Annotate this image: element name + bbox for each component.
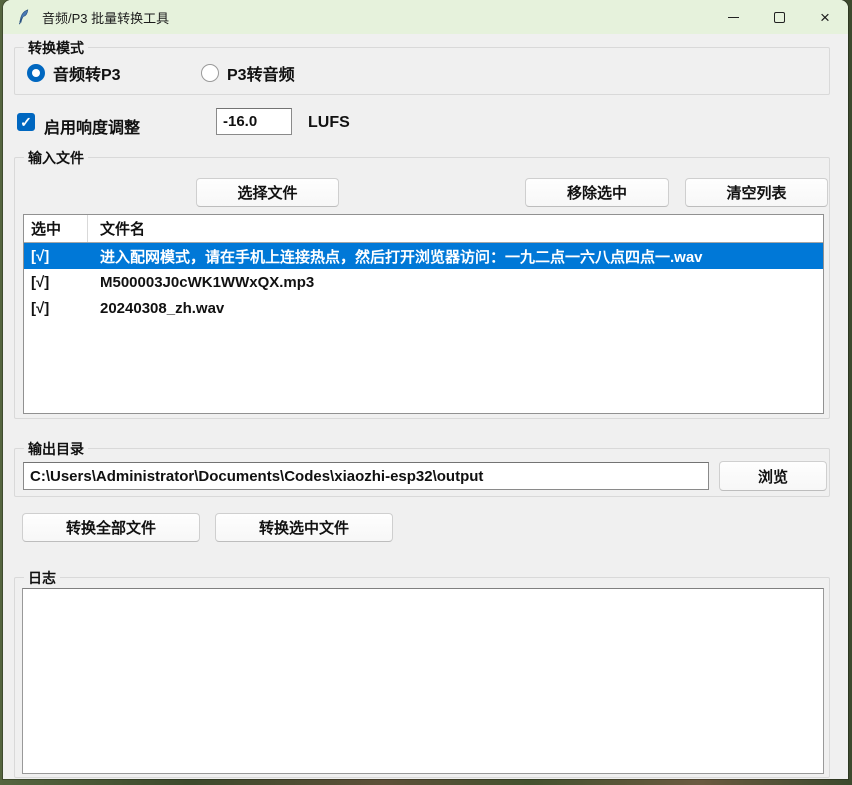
file-list-table[interactable]: 选中 文件名 [√] 进入配网模式，请在手机上连接热点，然后打开浏览器访问：一九… — [23, 214, 824, 414]
remove-selected-button[interactable]: 移除选中 — [525, 178, 669, 207]
close-button[interactable]: × — [802, 0, 848, 34]
radio-audio-to-p3-label: 音频转P3 — [53, 61, 121, 85]
maximize-icon — [774, 12, 785, 23]
log-group: 日志 — [14, 577, 830, 778]
table-row[interactable]: [√] 20240308_zh.wav — [24, 295, 823, 321]
row-filename-cell: 进入配网模式，请在手机上连接热点，然后打开浏览器访问：一九二点一六八点四点一.w… — [88, 246, 823, 267]
clear-list-button[interactable]: 清空列表 — [685, 178, 828, 207]
titlebar: 音频/P3 批量转换工具 × — [3, 0, 848, 34]
minimize-button[interactable] — [710, 0, 756, 34]
column-header-filename[interactable]: 文件名 — [88, 218, 823, 239]
table-row[interactable]: [√] 进入配网模式，请在手机上连接热点，然后打开浏览器访问：一九二点一六八点四… — [24, 243, 823, 269]
table-header: 选中 文件名 — [24, 215, 823, 243]
minimize-icon — [728, 17, 739, 18]
convert-all-button[interactable]: 转换全部文件 — [22, 513, 200, 542]
log-textarea[interactable] — [22, 588, 824, 774]
input-files-group-label: 输入文件 — [24, 148, 88, 168]
mode-group-label: 转换模式 — [24, 38, 88, 58]
maximize-button[interactable] — [756, 0, 802, 34]
row-filename-cell: M500003J0cWK1WWxQX.mp3 — [88, 274, 823, 291]
input-files-group: 输入文件 选择文件 移除选中 清空列表 选中 文件名 [√] 进入配网模式，请在… — [14, 157, 830, 419]
output-path-input[interactable] — [23, 462, 709, 490]
radio-unselected-icon — [201, 64, 219, 82]
mode-group: 转换模式 音频转P3 P3转音频 — [14, 47, 830, 95]
radio-selected-icon — [27, 64, 45, 82]
loudness-label: 启用响度调整 — [44, 114, 140, 138]
close-icon: × — [820, 9, 830, 26]
browse-button[interactable]: 浏览 — [719, 461, 827, 491]
radio-audio-to-p3[interactable]: 音频转P3 — [27, 61, 121, 85]
lufs-unit-label: LUFS — [308, 114, 350, 132]
loudness-checkbox[interactable]: ✓ — [17, 113, 35, 131]
checkmark-icon: ✓ — [20, 114, 32, 131]
row-checked-cell: [√] — [24, 274, 88, 291]
client-area: 转换模式 音频转P3 P3转音频 ✓ 启用响度调整 LUFS 输入文件 选择文件… — [3, 34, 848, 779]
row-filename-cell: 20240308_zh.wav — [88, 300, 823, 317]
row-checked-cell: [√] — [24, 248, 88, 265]
tk-feather-icon — [16, 9, 32, 25]
log-group-label: 日志 — [24, 568, 60, 588]
output-dir-group: 输出目录 浏览 — [14, 448, 830, 497]
row-checked-cell: [√] — [24, 300, 88, 317]
column-header-checked[interactable]: 选中 — [24, 215, 88, 242]
select-files-button[interactable]: 选择文件 — [196, 178, 339, 207]
window-title: 音频/P3 批量转换工具 — [42, 8, 169, 27]
radio-p3-to-audio[interactable]: P3转音频 — [201, 61, 295, 85]
output-dir-group-label: 输出目录 — [24, 439, 88, 459]
radio-p3-to-audio-label: P3转音频 — [227, 61, 295, 85]
convert-selected-button[interactable]: 转换选中文件 — [215, 513, 393, 542]
app-window: 音频/P3 批量转换工具 × 转换模式 音频转P3 P3转音频 ✓ 启用响度调整… — [3, 0, 848, 779]
table-row[interactable]: [√] M500003J0cWK1WWxQX.mp3 — [24, 269, 823, 295]
loudness-value-input[interactable] — [216, 108, 292, 135]
